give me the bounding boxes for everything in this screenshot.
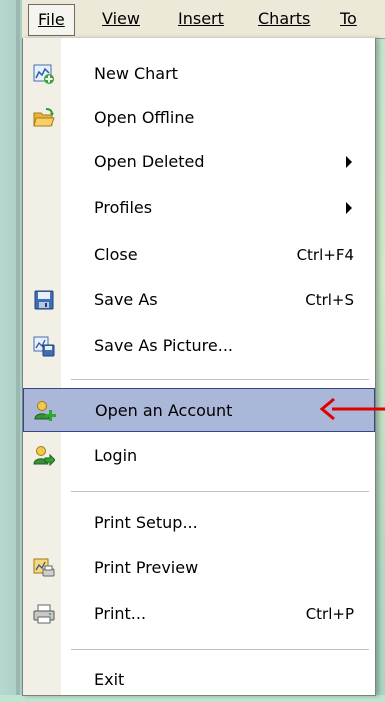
menu-bar: File View Insert Charts To <box>22 0 385 39</box>
menu-item-shortcut: Ctrl+F4 <box>296 246 354 264</box>
floppy-disk-icon <box>34 290 54 310</box>
menu-view-label: View <box>102 9 140 28</box>
menu-item-label: Exit <box>94 670 125 689</box>
menu-item-label: Print Setup... <box>94 513 198 532</box>
menu-item-label: Open Deleted <box>94 152 205 171</box>
window-frame-strip <box>16 0 20 695</box>
menu-view[interactable]: View <box>102 0 140 38</box>
menu-item-open-deleted[interactable]: Open Deleted <box>23 140 375 184</box>
file-menu-dropdown: New Chart Open Offline Open Deleted Prof… <box>22 38 376 696</box>
menu-item-login[interactable]: Login <box>23 434 375 478</box>
menu-item-new-chart[interactable]: New Chart <box>23 52 375 96</box>
menu-item-label: Save As Picture... <box>94 336 234 355</box>
menu-item-exit[interactable]: Exit <box>23 658 375 702</box>
menu-item-label: Open Offline <box>94 108 195 127</box>
menu-tools[interactable]: To <box>340 0 357 38</box>
menu-separator <box>71 649 369 650</box>
printer-icon <box>33 604 55 624</box>
menu-file[interactable]: File <box>28 4 75 36</box>
open-folder-icon <box>33 108 55 127</box>
menu-item-label: Close <box>94 245 138 264</box>
menu-item-label: Profiles <box>94 198 153 217</box>
menu-item-save-as-picture[interactable]: Save As Picture... <box>23 324 375 368</box>
menu-tools-label: To <box>340 9 357 28</box>
menu-separator <box>71 491 369 492</box>
submenu-arrow-icon <box>346 202 352 214</box>
print-preview-icon <box>33 558 55 577</box>
menu-item-label: Login <box>94 446 138 465</box>
menu-file-label: File <box>38 10 65 29</box>
menu-item-label: New Chart <box>94 64 178 83</box>
menu-charts-label: Charts <box>258 9 311 28</box>
menu-item-shortcut: Ctrl+P <box>305 605 354 623</box>
menu-item-label: Open an Account <box>95 401 233 420</box>
submenu-arrow-icon <box>346 156 352 168</box>
menu-insert-label: Insert <box>178 9 224 28</box>
add-user-icon <box>34 401 56 421</box>
menu-item-save-as[interactable]: Save As Ctrl+S <box>23 278 375 322</box>
menu-item-label: Save As <box>94 290 158 309</box>
menu-item-shortcut: Ctrl+S <box>305 291 354 309</box>
menu-item-label: Print... <box>94 604 147 623</box>
new-chart-icon <box>33 64 54 84</box>
menu-item-profiles[interactable]: Profiles <box>23 186 375 230</box>
menu-item-print-setup[interactable]: Print Setup... <box>23 501 375 545</box>
menu-item-close[interactable]: Close Ctrl+F4 <box>23 233 375 277</box>
login-user-icon <box>33 446 55 467</box>
menu-item-label: Print Preview <box>94 558 199 577</box>
menu-item-print-preview[interactable]: Print Preview <box>23 546 375 590</box>
red-arrow-icon <box>319 397 385 421</box>
menu-charts[interactable]: Charts <box>258 0 310 38</box>
menu-item-open-offline[interactable]: Open Offline <box>23 96 375 140</box>
menu-insert[interactable]: Insert <box>178 0 224 38</box>
save-picture-icon <box>33 336 55 357</box>
menu-separator <box>71 379 369 380</box>
menu-item-print[interactable]: Print... Ctrl+P <box>23 592 375 636</box>
